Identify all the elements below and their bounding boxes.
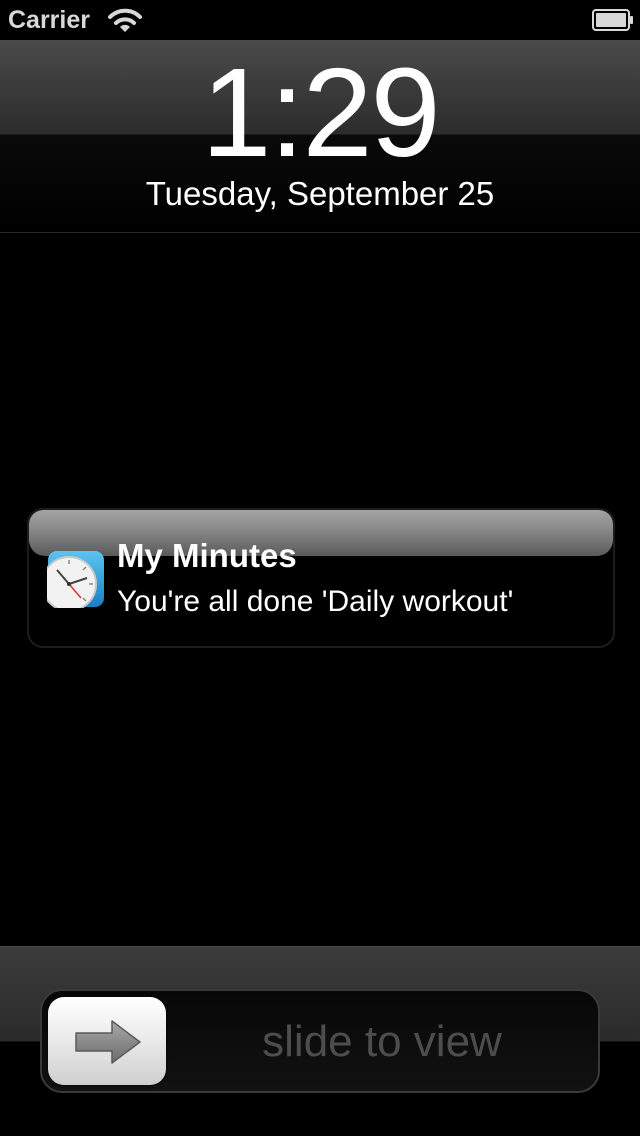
arrow-right-icon	[75, 1020, 141, 1064]
battery-icon	[592, 9, 633, 31]
slide-to-view-track[interactable]: slide to view	[40, 989, 600, 1093]
slider-panel: slide to view	[0, 946, 640, 1136]
clock-date: Tuesday, September 25	[145, 175, 495, 212]
notification-banner[interactable]: My Minutes You're all done 'Daily workou…	[27, 508, 615, 648]
clock-time: 1:29	[201, 42, 440, 183]
clock-panel: 1:29 Tuesday, September 25	[0, 40, 640, 233]
slider-knob[interactable]	[48, 997, 166, 1085]
clock-app-icon	[47, 551, 104, 608]
notification-title: My Minutes	[117, 537, 297, 574]
carrier-label: Carrier	[8, 6, 90, 34]
notification-message: You're all done 'Daily workout'	[117, 585, 514, 618]
wifi-icon	[108, 8, 142, 32]
slider-label: slide to view	[262, 1017, 502, 1066]
status-bar: Carrier	[0, 0, 640, 40]
lock-screen: Carrier 1:29 Tuesday, September 25 My Mi…	[0, 0, 640, 1136]
